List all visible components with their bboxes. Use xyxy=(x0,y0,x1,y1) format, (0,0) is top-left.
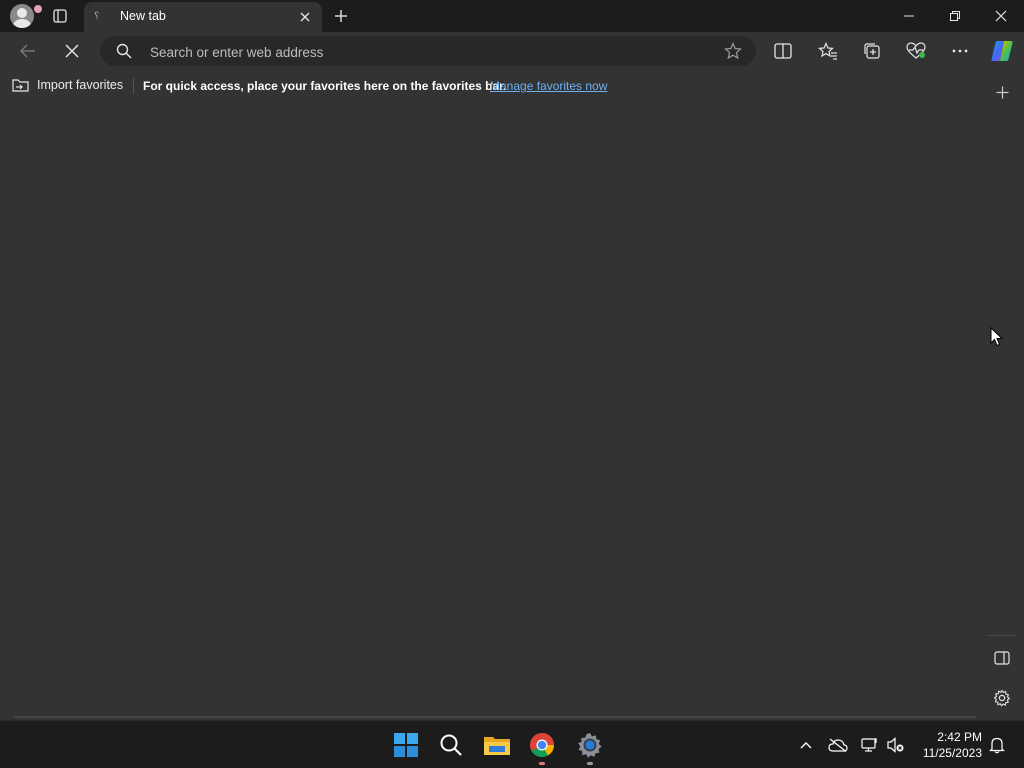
mouse-cursor-icon xyxy=(990,326,1004,352)
import-favorites-icon xyxy=(12,79,29,92)
tab-actions-icon xyxy=(53,9,67,23)
favorites-divider xyxy=(133,78,134,94)
heart-pulse-icon xyxy=(906,42,926,59)
manage-favorites-link[interactable]: Manage favorites now xyxy=(490,79,607,93)
chrome-running-indicator xyxy=(539,762,545,765)
search-icon xyxy=(440,734,462,756)
windows-start-icon xyxy=(394,733,418,757)
collections-button[interactable] xyxy=(857,36,887,66)
settings-taskbar-button[interactable] xyxy=(574,729,606,761)
close-icon xyxy=(995,10,1007,22)
profile-notification-dot xyxy=(34,5,42,13)
minimize-button[interactable] xyxy=(890,0,928,32)
address-bar[interactable] xyxy=(100,36,756,66)
chevron-up-icon xyxy=(800,742,812,749)
navigation-toolbar xyxy=(0,32,1024,70)
horizontal-scrollbar[interactable] xyxy=(14,716,976,718)
tab-new-tab[interactable]: ⸮ New tab xyxy=(84,2,322,32)
search-icon xyxy=(116,43,132,64)
browser-window: ⸮ New tab Search or enter web address Im… xyxy=(0,0,1024,720)
stop-loading-button[interactable] xyxy=(57,36,87,66)
cloud-offline-icon xyxy=(828,738,848,752)
sidebar-settings-button[interactable] xyxy=(990,686,1014,710)
volume-muted-icon xyxy=(887,737,904,753)
sidebar-panel-icon xyxy=(994,651,1010,665)
folder-icon xyxy=(484,737,510,755)
network-button[interactable] xyxy=(858,733,882,757)
arrow-left-icon xyxy=(20,44,35,58)
loading-spinner-icon: ⸮ xyxy=(94,11,100,22)
minimize-icon xyxy=(904,15,914,17)
more-horizontal-icon xyxy=(952,49,968,53)
favorites-bar-message: For quick access, place your favorites h… xyxy=(143,79,507,93)
copilot-icon xyxy=(991,41,1013,61)
browser-essentials-button[interactable] xyxy=(901,36,931,66)
split-screen-button[interactable] xyxy=(768,36,798,66)
add-favorite-star-icon[interactable] xyxy=(724,42,742,65)
split-screen-icon xyxy=(774,43,792,59)
favorites-button[interactable] xyxy=(813,36,843,66)
taskbar-clock[interactable]: 2:42 PM 11/25/2023 xyxy=(914,729,982,761)
chrome-icon xyxy=(530,733,554,758)
settings-running-indicator xyxy=(587,762,593,765)
hide-sidebar-button[interactable] xyxy=(990,646,1014,670)
tab-close-button[interactable] xyxy=(296,8,314,26)
close-icon xyxy=(65,44,79,58)
bell-icon xyxy=(989,737,1005,754)
sidebar-add-button[interactable] xyxy=(990,80,1014,104)
plus-icon xyxy=(335,10,347,22)
clock-time: 2:42 PM xyxy=(937,730,982,744)
tab-actions-button[interactable] xyxy=(46,0,74,32)
onedrive-button[interactable] xyxy=(826,733,850,757)
favorites-bar: Import favorites For quick access, place… xyxy=(0,70,1024,102)
taskbar-search-button[interactable] xyxy=(435,729,467,761)
window-close-button[interactable] xyxy=(982,0,1020,32)
notifications-button[interactable] xyxy=(985,733,1009,757)
copilot-button[interactable] xyxy=(987,36,1017,66)
taskbar: 2:42 PM 11/25/2023 xyxy=(0,720,1024,768)
import-favorites-label: Import favorites xyxy=(37,78,124,92)
chrome-taskbar-button[interactable] xyxy=(526,729,558,761)
new-tab-button[interactable] xyxy=(330,0,352,32)
address-input[interactable] xyxy=(148,41,712,63)
collections-icon xyxy=(864,43,880,59)
back-button[interactable] xyxy=(13,36,43,66)
import-favorites-button[interactable]: Import favorites xyxy=(12,77,123,93)
close-icon xyxy=(300,12,310,22)
network-icon xyxy=(861,738,877,752)
title-bar: ⸮ New tab xyxy=(0,0,1024,32)
restore-icon xyxy=(950,11,960,21)
gear-icon xyxy=(993,689,1011,707)
profile-avatar[interactable] xyxy=(8,0,42,32)
page-content xyxy=(0,102,980,714)
gear-icon xyxy=(578,733,602,758)
start-button[interactable] xyxy=(390,729,422,761)
sidebar-divider xyxy=(988,635,1016,636)
restore-button[interactable] xyxy=(936,0,974,32)
file-explorer-button[interactable] xyxy=(481,729,513,761)
volume-button[interactable] xyxy=(884,733,908,757)
tab-title: New tab xyxy=(120,9,166,23)
avatar-icon xyxy=(10,4,34,28)
favorites-star-icon xyxy=(818,42,837,60)
clock-date: 11/25/2023 xyxy=(922,746,982,760)
show-hidden-icons-button[interactable] xyxy=(794,733,818,757)
settings-and-more-button[interactable] xyxy=(945,36,975,66)
plus-icon xyxy=(996,86,1008,98)
